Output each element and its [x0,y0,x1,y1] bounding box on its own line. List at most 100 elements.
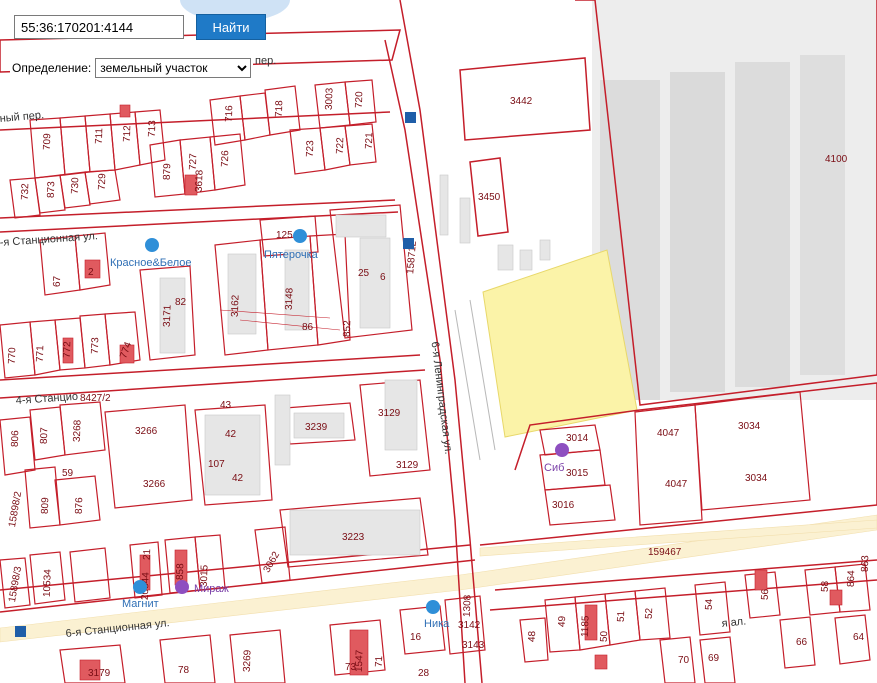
label-51: 51 [616,610,627,622]
transit-icon [405,112,416,123]
label-3014: 3014 [566,433,589,444]
label-806: 806 [10,430,22,447]
label-773: 773 [90,337,102,354]
parcels-top-row [9,79,377,219]
poi-krasnoe[interactable]: Красное&Белое [110,238,192,269]
label-3269: 3269 [242,649,254,672]
label-726: 726 [220,150,232,167]
label-876: 876 [74,497,86,514]
label-3016: 3016 [552,500,575,511]
label-3171: 3171 [162,304,174,327]
label-770: 770 [7,347,19,364]
label-709: 709 [42,133,54,150]
label-3239: 3239 [305,422,328,433]
label-49: 49 [557,615,568,627]
cadastral-map[interactable]: 3442 4100 3450 720 3003 718 716 713 712 … [0,0,877,683]
label-107: 107 [208,459,225,470]
rail-line [454,309,481,461]
label-3143: 3143 [462,640,485,651]
label-3450: 3450 [478,192,501,203]
label-15898-3: 15898/3 [7,565,24,603]
street-per-left: ный пер. [0,109,45,125]
label-66: 66 [796,637,808,648]
label-729: 729 [97,173,109,190]
label-58: 58 [820,580,831,592]
label-723: 723 [305,140,317,157]
poi-label-pyaterochka: Пятерочка [264,249,319,261]
label-873: 873 [46,181,58,198]
transit-icon [403,238,414,249]
entertainment-icon [555,443,569,457]
label-21: 21 [142,548,153,560]
label-3442: 3442 [510,96,533,107]
label-713: 713 [147,120,159,137]
label-3062: 3062 [262,550,283,575]
label-71: 71 [374,655,385,667]
label-730: 730 [70,177,82,194]
poi-label-nika: Ника [424,618,450,630]
label-809: 809 [40,497,52,514]
label-3266b: 3266 [143,479,166,490]
label-3034b: 3034 [745,473,768,484]
label-6: 6 [380,272,386,283]
label-711: 711 [94,127,106,144]
label-727: 727 [188,153,200,170]
label-772: 772 [62,341,74,358]
label-54: 54 [704,598,715,610]
label-3266: 3266 [135,426,158,437]
label-3268: 3268 [72,419,84,442]
shop-icon [426,600,440,614]
label-771: 771 [35,345,47,362]
street-leningradskaya: 6-я Ленинградская ул. [429,341,455,455]
label-852: 852 [342,320,354,337]
label-42b: 42 [232,473,244,484]
definition-label: Определение: [12,61,92,75]
label-4047b: 4047 [665,479,688,490]
label-858: 858 [175,563,187,580]
label-3129b: 3129 [396,460,419,471]
label-50: 50 [599,630,610,642]
label-3148: 3148 [284,287,296,310]
label-4047: 4047 [657,428,680,439]
label-82: 82 [175,297,187,308]
poi-label-mirazh: Мираж [194,583,230,595]
label-69: 69 [708,653,720,664]
label-10534: 10534 [42,569,54,598]
hangar [735,62,790,387]
label-4100: 4100 [825,154,848,165]
shop-icon [133,580,147,594]
find-button[interactable]: Найти [196,14,266,40]
label-78: 78 [178,665,190,676]
shop-icon [293,229,307,243]
label-125: 125 [276,230,293,241]
label-15898-2: 15898/2 [7,490,24,528]
label-67: 67 [52,275,63,287]
label-59: 59 [62,468,74,479]
label-42: 42 [225,429,237,440]
label-56: 56 [760,588,771,600]
label-3162: 3162 [230,294,242,317]
label-879: 879 [162,163,174,180]
street-per-top: пер. [255,55,276,67]
label-1185: 1185 [580,615,592,637]
label-64: 64 [853,632,865,643]
label-863: 863 [860,555,872,572]
poi-mirazh[interactable]: Мираж [175,580,230,595]
label-3142: 3142 [458,620,481,631]
label-732: 732 [20,183,32,200]
shop-icon [145,238,159,252]
label-3179: 3179 [88,668,111,679]
label-48: 48 [527,630,538,642]
label-807: 807 [39,427,51,444]
hangar [670,72,725,392]
label-3034: 3034 [738,421,761,432]
definition-select[interactable]: земельный участок [95,58,252,78]
label-86: 86 [302,322,314,333]
label-712: 712 [122,125,134,142]
poi-label-sib: Сиб [544,462,564,474]
label-159467: 159467 [648,547,682,558]
search-panel: Найти [14,14,266,40]
label-1308: 1308 [462,594,474,617]
cadastral-number-input[interactable] [14,15,184,39]
label-2: 2 [88,267,94,278]
